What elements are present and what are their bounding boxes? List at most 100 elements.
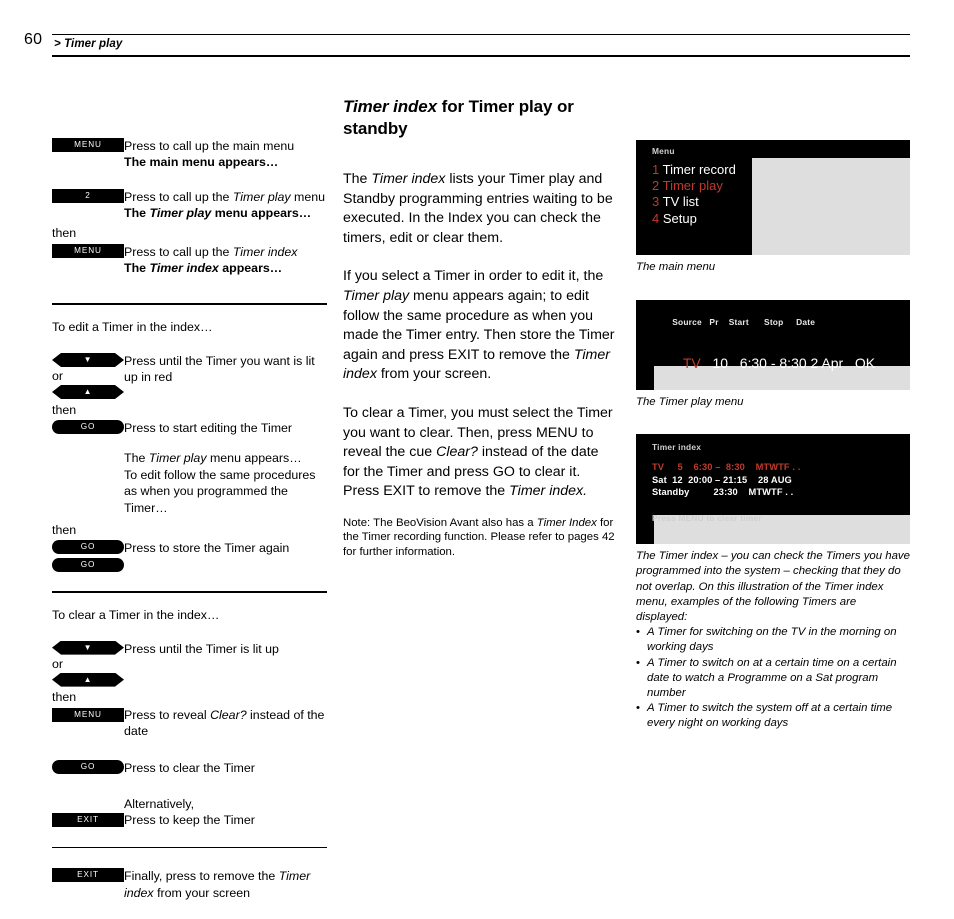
osd-title: Menu xyxy=(652,146,675,156)
cell-source: Sat xyxy=(652,474,667,485)
paragraph-1: The Timer index lists your Timer play an… xyxy=(343,171,613,246)
timer-index-row[interactable]: TV 5 6:30 – 8:30 MTWTF . . xyxy=(652,461,910,474)
arrow-up-icon: ▲ xyxy=(83,674,93,684)
screen-osd: Timer index TV 5 6:30 – 8:30 MTWTF . . S… xyxy=(636,434,910,523)
cell-pr: 5 xyxy=(677,462,683,473)
osd-title: Timer index xyxy=(652,442,702,453)
remote-key-arrow-up[interactable]: ▲ xyxy=(52,673,124,687)
cell-source: Standby xyxy=(652,487,690,498)
remote-key-menu[interactable]: MENU xyxy=(52,138,124,152)
step-description: The Timer play menu appears… To edit fol… xyxy=(124,451,316,515)
screen-osd: Menu 1 Timer record 2 Timer play 3 TV li… xyxy=(636,140,910,227)
timer-play-screen: Source Pr Start Stop Date TV 10 6:30 - 8… xyxy=(636,299,910,390)
remote-key-go[interactable]: GO xyxy=(52,420,124,435)
key-cell: then MENU xyxy=(52,226,124,258)
paragraph-3: To clear a Timer, you must select the Ti… xyxy=(343,404,613,500)
step-description: Press to clear the Timer xyxy=(124,761,255,776)
menu-item-number: 2 xyxy=(652,178,660,194)
remote-key-arrow-down[interactable]: ▼ xyxy=(52,641,124,655)
step-clear-confirm: GO Press to clear the Timer xyxy=(52,760,327,776)
header-stop: Stop xyxy=(764,316,784,327)
remote-key-go[interactable]: GO xyxy=(52,540,124,555)
step-clear-reveal: then MENU Press to reveal Clear? instead… xyxy=(52,690,327,740)
cell-date: 28 AUG xyxy=(758,474,792,485)
cell-stop: 23:30 xyxy=(713,487,738,498)
main-content-column: Timer index for Timer play or standby Th… xyxy=(343,96,618,559)
timer-play-row[interactable]: TV 10 6:30 - 8:30 2 Apr OK xyxy=(652,338,910,389)
key-cell: then MENU xyxy=(52,690,124,722)
timer-index-bullets: A Timer for switching on the TV in the m… xyxy=(636,625,910,731)
cell-date: MTWTF . . xyxy=(748,487,794,498)
or-label: or xyxy=(52,369,64,384)
cell-ok: OK xyxy=(854,354,876,371)
header-pr: Pr xyxy=(709,316,719,327)
remote-key-exit[interactable]: EXIT xyxy=(52,868,124,883)
then-label: then xyxy=(52,403,77,418)
key-cell: ▼ or ▲ xyxy=(52,353,124,399)
cell-start: 20:00 – xyxy=(688,474,721,485)
step-line-2: The main menu appears… xyxy=(124,155,279,170)
menu-item-timer-record[interactable]: 1 Timer record xyxy=(652,162,910,178)
screen-osd: Source Pr Start Stop Date TV 10 6:30 - 8… xyxy=(636,300,910,390)
step-description: Press until the Timer you want is lit up … xyxy=(124,354,315,385)
arrow-down-icon: ▼ xyxy=(83,642,93,652)
alternatively-label: Alternatively, xyxy=(124,796,195,811)
remote-key-arrow-down[interactable]: ▼ xyxy=(52,353,124,367)
remote-key-2[interactable]: 2 xyxy=(52,188,124,203)
timer-index-row[interactable]: Standby 23:30 MTWTF . . xyxy=(652,486,910,499)
cell-stop: 21:15 xyxy=(723,474,748,485)
cell-date: 2 Apr xyxy=(810,354,844,371)
cell-start: 6:30 – xyxy=(693,462,721,473)
step-description: Finally, press to remove the Timer index … xyxy=(124,869,311,900)
menu-item-label: Setup xyxy=(662,210,697,226)
remote-key-go[interactable]: GO xyxy=(52,760,124,775)
key-cell: then GO GO xyxy=(52,523,124,573)
menu-item-number: 3 xyxy=(652,194,660,210)
header-date: Date xyxy=(796,316,816,327)
breadcrumb: > Timer play xyxy=(54,38,123,50)
step-edit-start: then GO Press to start editing the Timer xyxy=(52,403,327,436)
divider-2 xyxy=(52,591,327,593)
cell-source: TV xyxy=(682,354,701,371)
keep-timer-label: Press to keep the Timer xyxy=(124,813,255,828)
key-cell: MENU xyxy=(52,138,124,152)
step-clear-keep: EXIT Alternatively, Press to keep the Ti… xyxy=(52,796,327,829)
edit-section-label: To edit a Timer in the index… xyxy=(52,320,213,335)
cell-start: 6:30 - xyxy=(739,354,776,371)
menu-item-tv-list[interactable]: 3 TV list xyxy=(652,194,910,210)
step-description: Press to call up the Timer index The Tim… xyxy=(124,244,298,276)
step-description: Press to reveal Clear? instead of the dat… xyxy=(124,707,325,739)
page-title: Timer index for Timer play or standby xyxy=(343,96,618,140)
cell-source: TV xyxy=(652,462,665,473)
header-rule-bottom xyxy=(52,55,910,57)
timer-index-hint: Press MENU to clear timer xyxy=(652,512,762,523)
then-label: then xyxy=(52,689,77,704)
step-description: Press to store the Timer again xyxy=(124,541,290,556)
paragraph-2: If you select a Timer in order to edit i… xyxy=(343,268,615,383)
timer-index-row[interactable]: Sat 12 20:00 – 21:15 28 AUG xyxy=(652,474,910,487)
divider-3 xyxy=(52,846,327,849)
main-menu-caption: The main menu xyxy=(636,261,716,273)
step-clear-select-timer: ▼ or ▲ Press until the Timer is lit up xyxy=(52,641,327,687)
arrow-up-icon: ▲ xyxy=(83,387,93,397)
key-cell: EXIT xyxy=(52,796,124,827)
remote-key-exit[interactable]: EXIT xyxy=(52,812,124,827)
step-call-timer-play-menu: 2 Press to call up the Timer play menu T… xyxy=(52,188,327,222)
timer-index-caption: The Timer index – you can check the Time… xyxy=(636,550,910,623)
cell-stop: 8:30 xyxy=(725,462,745,473)
step-edit-select-timer: ▼ or ▲ Press until the Timer you want is… xyxy=(52,353,327,399)
remote-key-go[interactable]: GO xyxy=(52,558,124,573)
remote-key-menu[interactable]: MENU xyxy=(52,707,124,722)
step-description: Press to call up the Timer play menu The… xyxy=(124,189,325,221)
step-description: Alternatively, Press to keep the Timer xyxy=(124,796,327,829)
menu-item-setup[interactable]: 4 Setup xyxy=(652,211,910,227)
menu-item-number: 1 xyxy=(652,162,660,177)
remote-key-menu[interactable]: MENU xyxy=(52,243,124,258)
or-label: or xyxy=(52,656,64,671)
menu-item-number: 4 xyxy=(652,210,660,226)
step-final-exit: EXIT Finally, press to remove the Timer i… xyxy=(52,868,327,901)
timer-play-headers: Source Pr Start Stop Date xyxy=(652,307,910,337)
remote-key-arrow-up[interactable]: ▲ xyxy=(52,385,124,399)
menu-item-timer-play[interactable]: 2 Timer play xyxy=(652,178,910,194)
then-label: then xyxy=(52,523,77,538)
